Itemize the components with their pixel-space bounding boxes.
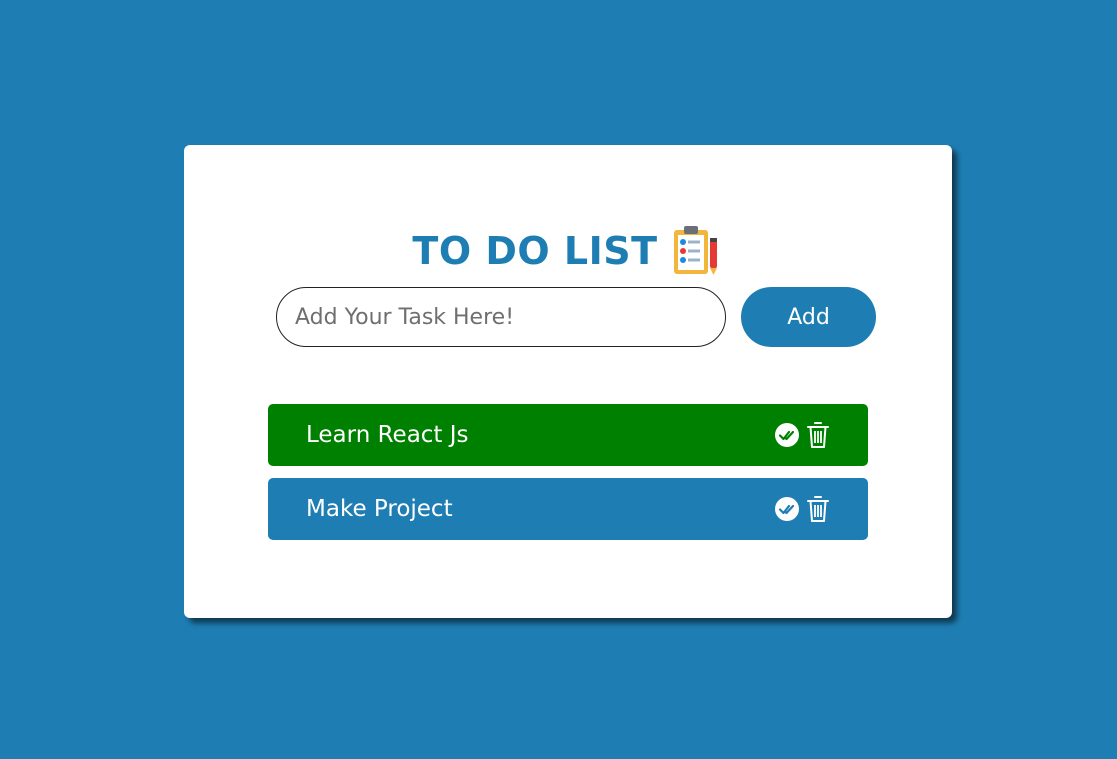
title-row: TO DO LIST — [184, 223, 952, 279]
task-input[interactable] — [276, 287, 726, 347]
page-title: TO DO LIST — [412, 229, 658, 273]
task-item: Make Project — [268, 478, 868, 540]
check-circle-icon[interactable] — [774, 496, 800, 522]
task-item: Learn React Js — [268, 404, 868, 466]
trash-icon[interactable] — [806, 495, 830, 523]
check-circle-icon[interactable] — [774, 422, 800, 448]
trash-icon[interactable] — [806, 421, 830, 449]
clipboard-checklist-icon — [673, 226, 717, 275]
task-actions — [774, 495, 830, 523]
task-list: Learn React Js Make Project — [268, 404, 868, 552]
task-label: Learn React Js — [306, 422, 469, 448]
add-button[interactable]: Add — [741, 287, 876, 347]
task-actions — [774, 421, 830, 449]
todo-card: TO DO LIST Add Learn React Js — [184, 145, 952, 618]
task-label: Make Project — [306, 496, 453, 522]
